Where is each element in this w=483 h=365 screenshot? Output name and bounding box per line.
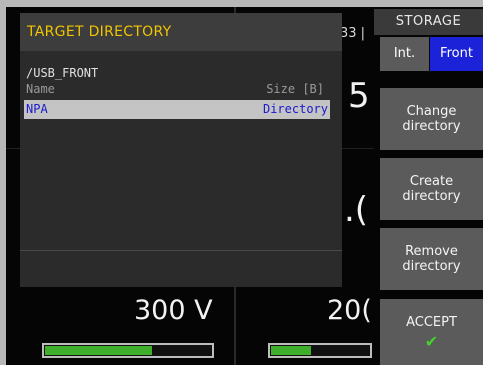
accept-button[interactable]: ACCEPT ✔ (380, 299, 483, 365)
level-bar-fill (271, 346, 311, 355)
column-header-size: Size [B] (266, 82, 324, 96)
top-fragment-text: 33 | (340, 26, 366, 41)
voltage-setting-left: 300 V (134, 295, 213, 326)
column-header-name: Name (26, 82, 55, 96)
level-bar-left (42, 343, 214, 358)
target-directory-dialog: TARGET DIRECTORY /USB_FRONT Name Size [B… (20, 13, 342, 287)
check-icon: ✔ (424, 332, 439, 351)
instrument-screen: 33 | 5 .( 300 V 20( STORAGE Int. Front C… (6, 7, 483, 365)
storage-int-tab[interactable]: Int. (380, 37, 429, 71)
change-directory-button[interactable]: Change directory (380, 88, 483, 150)
storage-front-tab[interactable]: Front (430, 37, 483, 71)
softkey-menu: STORAGE Int. Front Change directory Crea… (374, 7, 483, 365)
accept-label: ACCEPT (406, 315, 457, 330)
list-item-name: NPA (26, 102, 48, 116)
dialog-title: TARGET DIRECTORY (20, 13, 342, 51)
remove-directory-label: Remove directory (402, 244, 461, 274)
voltage-setting-right: 20( (327, 295, 372, 326)
dialog-status-bar (20, 250, 342, 287)
reading-fragment: .( (344, 190, 369, 230)
reading-digit: 5 (348, 76, 370, 116)
list-item-size: Directory (262, 102, 328, 116)
level-bar-fill (45, 346, 153, 355)
current-path: /USB_FRONT (26, 66, 99, 80)
create-directory-label: Create directory (402, 174, 461, 204)
list-item-npa[interactable]: NPA Directory (24, 100, 330, 119)
level-bar-right (268, 343, 372, 358)
menu-title: STORAGE (374, 9, 483, 35)
create-directory-button[interactable]: Create directory (380, 158, 483, 220)
change-directory-label: Change directory (402, 104, 461, 134)
remove-directory-button[interactable]: Remove directory (380, 228, 483, 290)
